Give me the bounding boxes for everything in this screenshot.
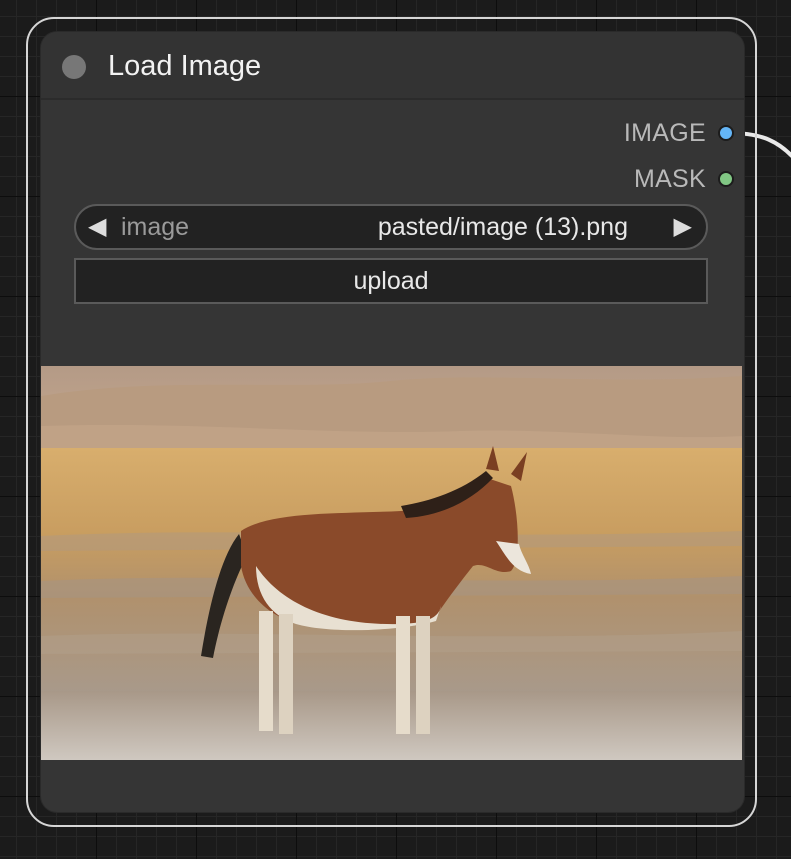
donkey-photo: [41, 366, 742, 760]
image-preview: [41, 366, 742, 760]
combo-next-arrow-icon[interactable]: ▶: [674, 206, 692, 248]
output-connector-image-icon[interactable]: [718, 125, 734, 141]
upload-button[interactable]: upload: [74, 258, 708, 304]
combo-prev-arrow-icon[interactable]: ◀: [88, 206, 106, 248]
output-slot-mask[interactable]: MASK: [634, 163, 734, 195]
combo-label: image: [121, 213, 190, 241]
output-slot-image[interactable]: IMAGE: [624, 117, 734, 149]
combo-value[interactable]: pasted/image (13).png: [378, 206, 628, 248]
image-combo-widget[interactable]: ◀ image pasted/image (13).png ▶: [74, 204, 708, 250]
collapse-toggle-icon[interactable]: [62, 55, 86, 79]
node-header[interactable]: Load Image: [41, 32, 744, 100]
output-label-image: IMAGE: [623, 118, 706, 147]
load-image-node[interactable]: Load Image IMAGE MASK ◀ image pasted/ima…: [41, 32, 744, 812]
output-connector-mask-icon[interactable]: [718, 171, 734, 187]
node-title: Load Image: [108, 50, 262, 82]
output-label-mask: MASK: [633, 164, 706, 193]
